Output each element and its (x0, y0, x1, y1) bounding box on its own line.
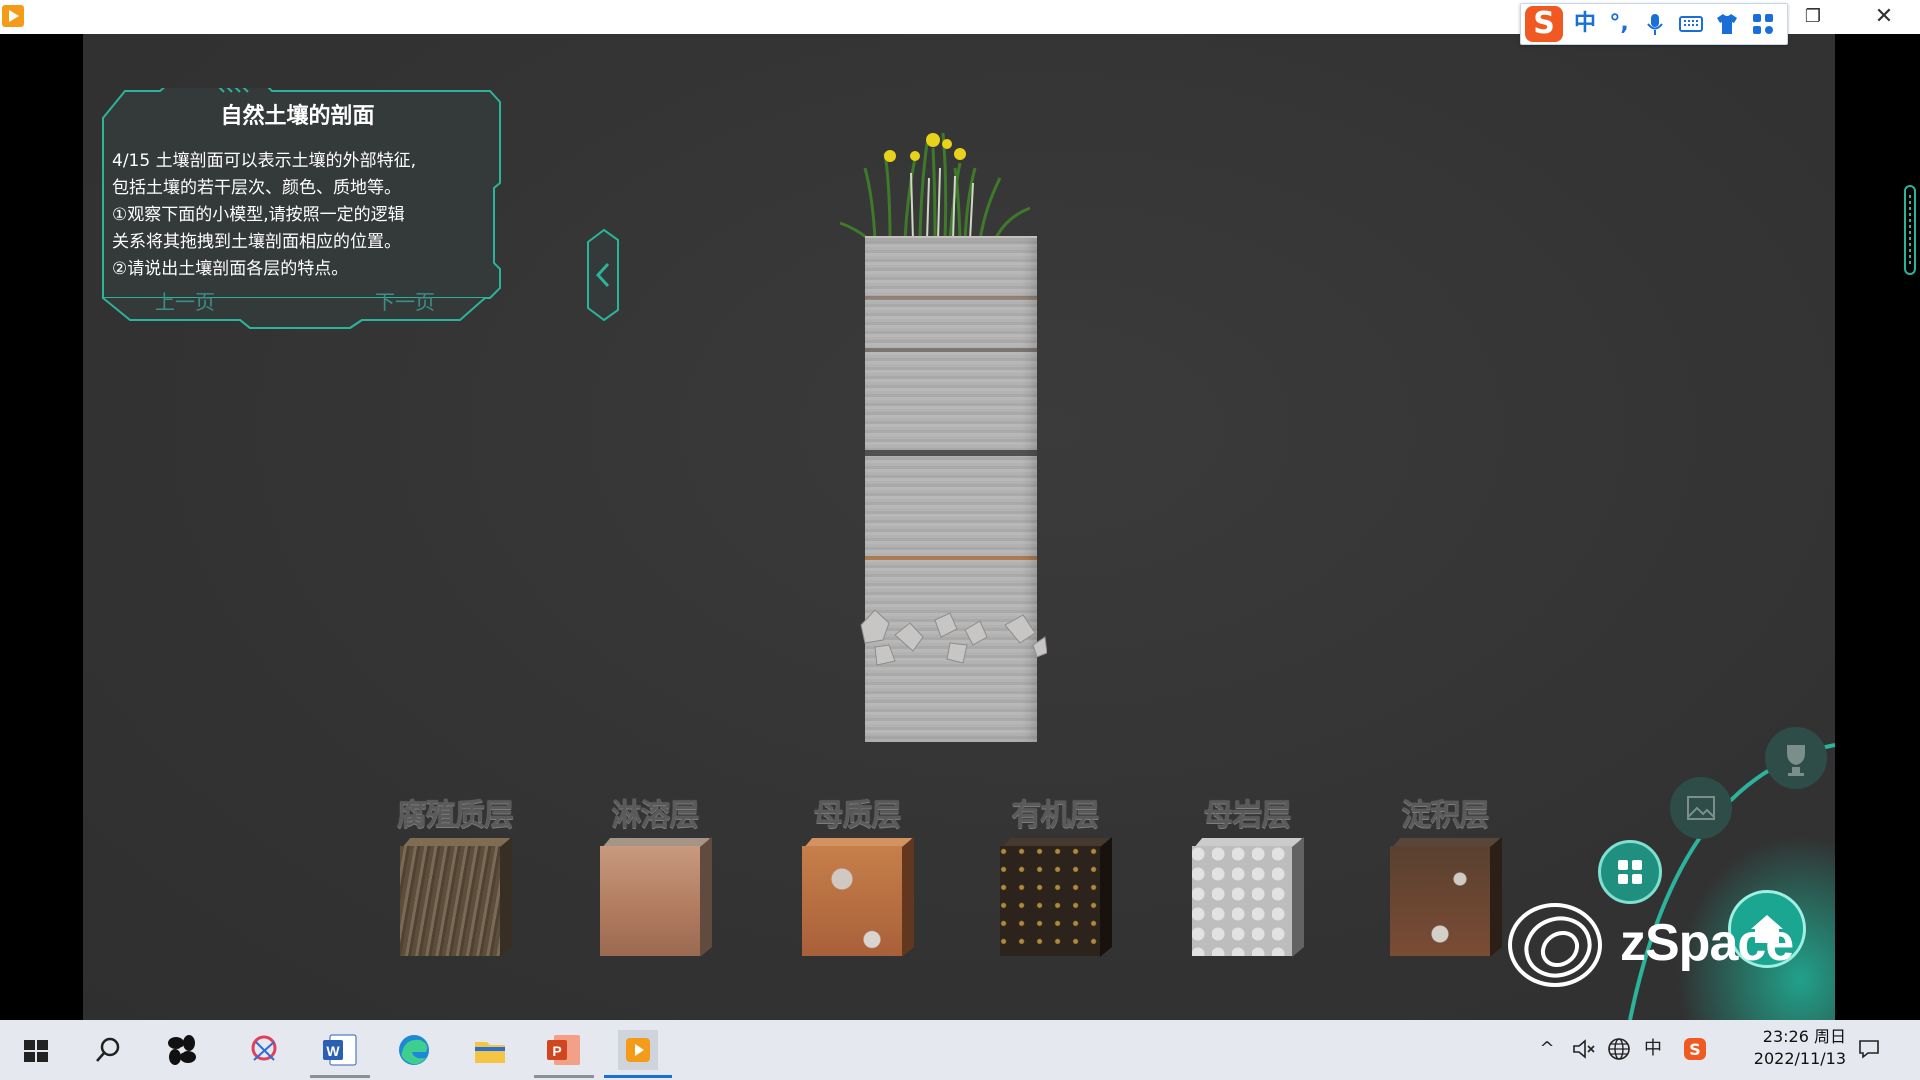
panel-title: 自然土壤的剖面 (220, 104, 375, 129)
info-panel: 自然土壤的剖面 4/15 土壤剖面可以表示土壤的外部特征, 包括土壤的若干层次、… (100, 88, 619, 329)
powerpoint-icon[interactable]: P (534, 1030, 594, 1078)
ime-toolbar: S 中 °, (1520, 3, 1788, 45)
clock-time: 23:26 周日 (1762, 1027, 1846, 1046)
soil-rocks (860, 609, 1047, 666)
layer-label: 母岩层 (1203, 798, 1292, 833)
image-icon (1687, 796, 1715, 820)
trophy-button[interactable] (1765, 727, 1827, 789)
eluvial-cube (600, 836, 715, 958)
plant-tuft (839, 132, 1031, 242)
zspace-logo: zSpace (1500, 895, 1820, 995)
layer-card-organic[interactable]: 有机层 (980, 790, 1130, 960)
windows-start-icon[interactable] (16, 1030, 56, 1070)
volume-muted-icon[interactable] (1570, 1036, 1596, 1062)
layer-card-eluvial[interactable]: 淋溶层 (580, 790, 730, 960)
humus-cube (400, 836, 515, 958)
media-player-icon[interactable] (604, 1030, 672, 1078)
svg-text:S: S (1689, 1040, 1701, 1059)
instruction-line: 包括土壤的若干层次、颜色、质地等。 (112, 178, 401, 198)
edge-icon[interactable] (394, 1030, 434, 1070)
next-page-button[interactable]: 下一页 (350, 286, 460, 318)
svg-text:W: W (326, 1043, 340, 1059)
ime-punct-toggle[interactable]: °, (1605, 10, 1633, 38)
collapse-panel-button[interactable] (584, 228, 622, 322)
parent-material-cube (802, 836, 917, 958)
file-explorer-icon[interactable] (470, 1030, 510, 1070)
layer-label: 有机层 (1011, 798, 1100, 833)
sogou-ime-icon[interactable]: S (1682, 1036, 1708, 1062)
brand-name: zSpace (1620, 914, 1794, 972)
search-icon[interactable] (88, 1030, 128, 1070)
layer-card-humus[interactable]: 腐殖质层 (380, 790, 530, 960)
panel-instructions: 4/15 土壤剖面可以表示土壤的外部特征, 包括土壤的若干层次、颜色、质地等。 … (112, 148, 482, 283)
fan-app-icon[interactable] (162, 1030, 202, 1070)
chevron-left-icon (587, 228, 619, 322)
side-scroll-handle[interactable] (1904, 185, 1916, 275)
chevron-up-icon[interactable]: ^ (1534, 1036, 1560, 1062)
layer-card-parent-material[interactable]: 母质层 (782, 790, 932, 960)
layer-card-illuvial[interactable]: 淀积层 (1370, 790, 1520, 960)
word-icon[interactable]: W (310, 1030, 370, 1078)
layer-label: 淀积层 (1401, 798, 1490, 833)
ime-mode-indicator[interactable]: 中 (1640, 1036, 1666, 1062)
image-button[interactable] (1670, 777, 1732, 839)
svg-text:P: P (552, 1043, 561, 1059)
notification-icon[interactable] (1856, 1036, 1882, 1062)
app-icon (2, 5, 24, 27)
toolbox-icon[interactable] (1749, 10, 1777, 38)
trophy-icon (1787, 745, 1805, 776)
clock-date: 2022/11/13 (1753, 1049, 1846, 1068)
keyboard-icon[interactable] (1677, 10, 1705, 38)
layer-label: 母质层 (813, 798, 902, 833)
instruction-line: ①观察下面的小模型,请按照一定的逻辑 (112, 205, 405, 225)
restore-window-button[interactable]: ❐ (1800, 4, 1826, 30)
layer-label: 淋溶层 (611, 798, 700, 833)
network-globe-icon[interactable] (1606, 1036, 1632, 1062)
instruction-line: 4/15 土壤剖面可以表示土壤的外部特征, (112, 151, 416, 171)
close-window-button[interactable]: ✕ (1870, 3, 1898, 31)
ime-mode-toggle[interactable]: 中 (1571, 10, 1599, 38)
bedrock-cube (1192, 836, 1307, 958)
skin-icon[interactable] (1713, 10, 1741, 38)
microphone-icon[interactable] (1641, 10, 1669, 38)
layer-label: 腐殖质层 (397, 798, 514, 833)
clock[interactable]: 23:26 周日 2022/11/13 (1726, 1026, 1846, 1070)
previous-page-button[interactable]: 上一页 (130, 286, 240, 318)
instruction-line: ②请说出土壤剖面各层的特点。 (112, 259, 349, 279)
taskbar: W P ^ 中 S 23:26 周日 2022/11/13 (0, 1020, 1920, 1080)
ime-logo-icon[interactable]: S (1525, 6, 1563, 42)
layer-card-bedrock[interactable]: 母岩层 (1172, 790, 1322, 960)
snipping-icon[interactable] (244, 1030, 284, 1070)
organic-cube (1000, 836, 1115, 958)
illuvial-cube (1390, 836, 1505, 958)
zspace-swirl-icon (1508, 903, 1602, 987)
instruction-line: 关系将其拖拽到土壤剖面相应的位置。 (112, 232, 401, 252)
grid-icon (1618, 860, 1642, 884)
